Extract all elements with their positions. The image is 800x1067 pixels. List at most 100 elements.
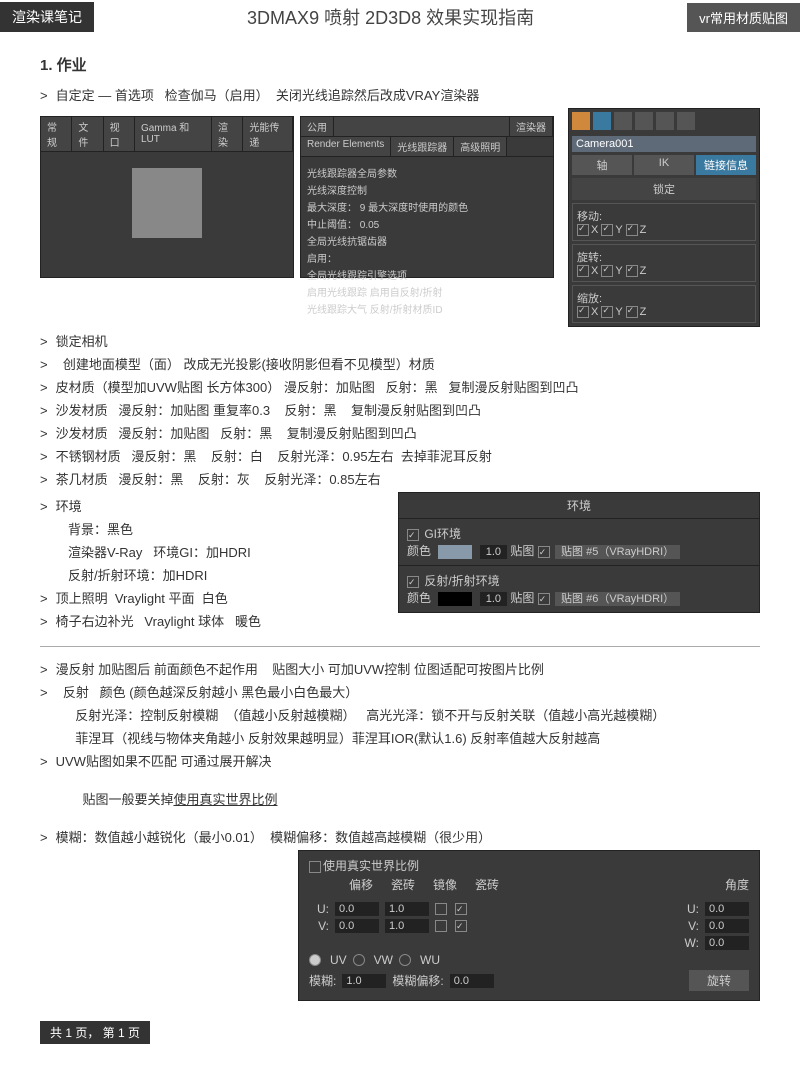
rotate-button[interactable]: 旋转 — [689, 970, 749, 991]
panel-title: 光线跟踪器全局参数 — [307, 165, 547, 180]
note-line: 反射光泽：控制反射模糊 （值越小反射越模糊） 高光光泽：锁不开与反射关联（值越小… — [68, 705, 760, 724]
checkbox[interactable] — [309, 861, 321, 873]
tab: 文件 — [72, 117, 103, 151]
checkbox[interactable] — [626, 306, 638, 318]
blur-label: 模糊: — [309, 972, 336, 989]
col-label: 偏移 — [349, 876, 373, 893]
section-title: 1. 作业 — [40, 54, 760, 75]
note-line: UVW贴图如果不匹配 可通过展开解决 — [40, 751, 760, 770]
tab: Gamma 和 LUT — [135, 117, 212, 151]
col-label: 瓷砖 — [475, 876, 499, 893]
checkbox[interactable] — [601, 265, 613, 277]
checkbox[interactable] — [455, 920, 467, 932]
note-line: 反射/折射环境：加HDRI — [68, 565, 384, 584]
note-line: 反射 颜色 (颜色越深反射越小 黑色最小白色最大） — [40, 682, 760, 701]
label: 最大深度： 9 最大深度时使用的颜色 — [307, 199, 547, 214]
motion-icon[interactable] — [635, 112, 653, 130]
tab: 渲染 — [212, 117, 243, 151]
hierarchy-icon[interactable] — [614, 112, 632, 130]
lock-title: 锁定 — [572, 178, 756, 200]
spinner[interactable]: 1.0 — [385, 902, 429, 916]
map-button[interactable]: 贴图 #5（VRayHDRI） — [555, 545, 680, 559]
modify-icon[interactable] — [593, 112, 611, 130]
spinner[interactable]: 1.0 — [385, 919, 429, 933]
label: 全局光线抗锯齿器 — [307, 233, 547, 248]
note-line: 模糊：数值越小越锐化（最小0.01） 模糊偏移：数值越高越模糊（很少用） — [40, 827, 760, 846]
map-button[interactable]: 贴图 #6（VRayHDRI） — [555, 592, 680, 606]
checkbox[interactable] — [407, 529, 419, 541]
checkbox[interactable] — [435, 903, 447, 915]
note-line: 贴图一般要关掉使用真实世界比例 — [68, 774, 760, 823]
panel-title: 环境 — [399, 493, 759, 519]
display-icon[interactable] — [656, 112, 674, 130]
checkbox[interactable] — [538, 593, 550, 605]
spinner[interactable]: 0.0 — [705, 902, 749, 916]
color-swatch[interactable] — [438, 545, 472, 559]
spinner[interactable]: 1.0 — [342, 974, 386, 988]
spinner[interactable]: 0.0 — [705, 936, 749, 950]
spinner[interactable]: 0.0 — [335, 919, 379, 933]
tab: 常规 — [41, 117, 72, 151]
lock-move: 移动: X Y Z — [572, 203, 756, 241]
radio-label: VW — [374, 953, 393, 967]
checkbox[interactable] — [577, 265, 589, 277]
tab: 光能传递 — [243, 117, 293, 151]
radio[interactable] — [399, 954, 411, 966]
spinner[interactable]: 0.0 — [450, 974, 494, 988]
checkbox[interactable] — [435, 920, 447, 932]
lock-scale: 缩放: X Y Z — [572, 285, 756, 323]
label: 中止阈值： 0.05 — [307, 216, 547, 231]
checkbox[interactable] — [577, 306, 589, 318]
label: 光线深度控制 — [307, 182, 547, 197]
spinner[interactable]: 1.0 — [480, 592, 507, 606]
checkbox[interactable] — [601, 306, 613, 318]
tab[interactable]: 链接信息 — [696, 155, 756, 175]
tab: 视口 — [104, 117, 135, 151]
radio[interactable] — [353, 954, 365, 966]
radio[interactable] — [309, 954, 321, 966]
screenshot-raytrace: 公用 渲染器 Render Elements 光线跟踪器 高级照明 光线跟踪器全… — [300, 116, 554, 278]
checkbox[interactable] — [577, 224, 589, 236]
col-label: 瓷砖 — [391, 876, 415, 893]
checkbox[interactable] — [601, 224, 613, 236]
spinner[interactable]: 1.0 — [480, 545, 507, 559]
header-left-badge: 渲染课笔记 — [0, 2, 94, 32]
col-label: 镜像 — [433, 876, 457, 893]
color-swatch[interactable] — [438, 592, 472, 606]
rr-label: 反射/折射环境 — [424, 574, 499, 588]
note-line: 沙发材质 漫反射：加贴图 反射：黑 复制漫反射贴图到凹凸 — [40, 423, 760, 442]
checkbox[interactable] — [455, 903, 467, 915]
divider — [40, 646, 760, 647]
preview-box — [132, 168, 202, 238]
note-line: 菲涅耳（视线与物体夹角越小 反射效果越明显）菲涅耳IOR(默认1.6) 反射率值… — [68, 728, 760, 747]
color-label: 颜色 — [407, 544, 431, 558]
sphere-icon[interactable] — [572, 112, 590, 130]
group-label: 缩放: — [577, 290, 751, 306]
lock-rotate: 旋转: X Y Z — [572, 244, 756, 282]
note-line: 自定定 — 首选项 检查伽马（启用） 关闭光线追踪然后改成VRAY渲染器 — [40, 85, 760, 104]
group-label: 旋转: — [577, 249, 751, 265]
checkbox[interactable] — [538, 546, 550, 558]
note-line: 皮材质（模型加UVW贴图 长方体300） 漫反射：加贴图 反射：黑 复制漫反射贴… — [40, 377, 760, 396]
spinner[interactable]: 0.0 — [335, 902, 379, 916]
checkbox[interactable] — [626, 224, 638, 236]
tab: 公用 — [301, 117, 334, 136]
tab: 高级照明 — [454, 137, 507, 156]
checkbox[interactable] — [626, 265, 638, 277]
utils-icon[interactable] — [677, 112, 695, 130]
label: 启用： — [307, 250, 547, 265]
col-label: 角度 — [725, 876, 749, 893]
row-label: V: — [309, 919, 329, 933]
spinner[interactable]: 0.0 — [705, 919, 749, 933]
tab[interactable]: IK — [634, 155, 694, 175]
page-header: 渲染课笔记 3DMAX9 喷射 2D3D8 效果实现指南 vr常用材质贴图 — [0, 0, 800, 34]
group-label: 移动: — [577, 208, 751, 224]
note-line: 渲染器V-Ray 环境GI：加HDRI — [68, 542, 384, 561]
note-line: 顶上照明 Vraylight 平面 白色 — [40, 588, 384, 607]
row-label: U: — [309, 902, 329, 916]
checkbox[interactable] — [407, 576, 419, 588]
gi-label: GI环境 — [424, 527, 461, 541]
note-line: 背景：黑色 — [68, 519, 384, 538]
header-title: 3DMAX9 喷射 2D3D8 效果实现指南 — [94, 0, 687, 34]
tab[interactable]: 轴 — [572, 155, 632, 175]
